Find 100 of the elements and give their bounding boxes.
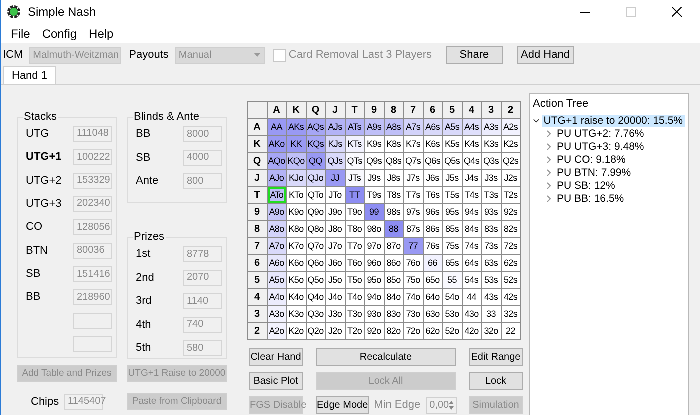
hand-cell[interactable]: J9o [326,204,344,220]
tree-item[interactable]: PU UTG+2: 7.76% [555,128,646,140]
close-icon[interactable] [672,7,682,17]
hand-cell[interactable]: A5s [443,119,462,135]
tree-item[interactable]: PU UTG+3: 9.48% [555,140,646,152]
button[interactable]: Basic Plot [249,372,303,390]
stack-field[interactable] [73,336,112,352]
hand-cell[interactable]: A2o [268,323,286,339]
hand-cell[interactable]: K9s [365,136,384,152]
hand-cell[interactable]: A8o [268,221,286,237]
hand-cell[interactable]: QJo [306,170,325,186]
edge-mode-button[interactable]: Edge Mode [316,396,370,414]
hand-cell[interactable]: K5s [443,136,462,152]
hand-cell[interactable]: J8o [326,221,344,237]
hand-cell[interactable]: J8s [384,170,403,186]
hand-cell[interactable]: 92s [502,204,520,220]
hand-cell[interactable]: Q5o [306,272,325,288]
hand-cell[interactable]: 94s [462,204,481,220]
hand-cell[interactable]: Q6o [306,255,325,271]
hand-cell[interactable]: 73o [404,306,422,322]
button[interactable]: Edit Range [469,348,523,366]
hand-cell[interactable]: 87o [384,238,403,254]
hand-cell[interactable]: A2s [502,119,520,135]
expand-icon[interactable] [545,182,553,190]
hand-cell[interactable]: T2o [346,323,364,339]
hand-cell[interactable]: 52o [443,323,462,339]
hand-cell[interactable]: K8s [384,136,403,152]
tree-item[interactable]: PU CO: 9.18% [555,154,628,166]
menu-item[interactable]: Help [83,26,120,40]
hand-cell[interactable]: KK [287,136,306,152]
hand-cell[interactable]: 92o [365,323,384,339]
hand-cell[interactable]: Q5s [443,153,462,169]
hand-cell[interactable]: 63s [482,255,500,271]
hand-cell[interactable]: 64o [424,289,442,305]
hand-cell[interactable]: A9s [365,119,384,135]
hand-cell[interactable]: A3o [268,306,286,322]
hand-cell[interactable]: 64s [462,255,481,271]
button[interactable]: Lock [469,372,523,390]
expand-icon[interactable] [545,194,553,202]
hand-cell[interactable]: 42o [462,323,481,339]
hand-cell[interactable]: 75s [443,238,462,254]
hand-cell[interactable]: 54o [443,289,462,305]
hand-cell[interactable]: K6s [424,136,442,152]
hand-cell[interactable]: T4o [346,289,364,305]
hand-cell[interactable]: A9o [268,204,286,220]
hand-cell[interactable]: 82o [384,323,403,339]
hand-cell[interactable]: T6o [346,255,364,271]
toolbar-button[interactable]: Share [446,46,503,64]
hand-cell[interactable]: A6s [424,119,442,135]
hand-cell[interactable]: Q4s [462,153,481,169]
hand-cell[interactable]: T2s [502,187,520,203]
hand-cell[interactable]: K7s [404,136,422,152]
menu-item[interactable]: Config [36,26,84,40]
hand-cell[interactable]: Q7s [404,153,422,169]
hand-cell[interactable]: T6s [424,187,442,203]
hand-cell[interactable]: QJs [326,153,344,169]
hand-cell[interactable]: 83s [482,221,500,237]
hand-cell[interactable]: Q9s [365,153,384,169]
hand-cell[interactable]: 65o [424,272,442,288]
hand-cell[interactable]: J7s [404,170,422,186]
hand-cell[interactable]: QQ [306,153,325,169]
hand-cell[interactable]: 32o [482,323,500,339]
expand-icon[interactable] [545,168,553,176]
hand-cell[interactable]: Q2s [502,153,520,169]
hand-cell[interactable]: 84s [462,221,481,237]
hand-cell[interactable]: 94o [365,289,384,305]
hand-cell[interactable]: AA [268,119,286,135]
tab[interactable]: Hand 1 [3,66,56,84]
hand-cell[interactable]: 72s [502,238,520,254]
hand-cell[interactable]: A6o [268,255,286,271]
hand-cell[interactable]: 42s [502,289,520,305]
hand-cell[interactable]: 98s [384,204,403,220]
expand-icon[interactable] [545,142,553,150]
hand-cell[interactable]: J5s [443,170,462,186]
hand-cell[interactable]: J3s [482,170,500,186]
hand-cell[interactable]: J6o [326,255,344,271]
hand-cell[interactable]: Q2o [306,323,325,339]
hand-cell[interactable]: 99 [365,204,384,220]
hand-cell[interactable]: 76s [424,238,442,254]
hand-cell[interactable]: Q4o [306,289,325,305]
hand-cell[interactable]: T9s [365,187,384,203]
hand-cell[interactable]: A7o [268,238,286,254]
hand-cell[interactable]: JTo [326,187,344,203]
hand-cell[interactable]: K5o [287,272,306,288]
collapse-icon[interactable] [533,116,540,124]
hand-cell[interactable]: AKo [268,136,286,152]
hand-cell[interactable]: K4o [287,289,306,305]
button[interactable]: Clear Hand [249,348,303,366]
tree-item[interactable]: PU BTN: 7.99% [555,166,634,178]
hand-cell[interactable]: K2o [287,323,306,339]
hand-cell[interactable]: AQs [306,119,325,135]
hand-cell[interactable]: AJs [326,119,344,135]
hand-cell[interactable]: J4o [326,289,344,305]
hand-cell[interactable]: 95s [443,204,462,220]
hand-cell[interactable]: 53s [482,272,500,288]
toolbar-button[interactable]: Add Hand [516,46,574,64]
hand-cell[interactable]: 33 [482,306,500,322]
hand-cell[interactable]: KTo [287,187,306,203]
hand-cell[interactable]: ATo [268,187,286,203]
hand-cell[interactable]: 75o [404,272,422,288]
